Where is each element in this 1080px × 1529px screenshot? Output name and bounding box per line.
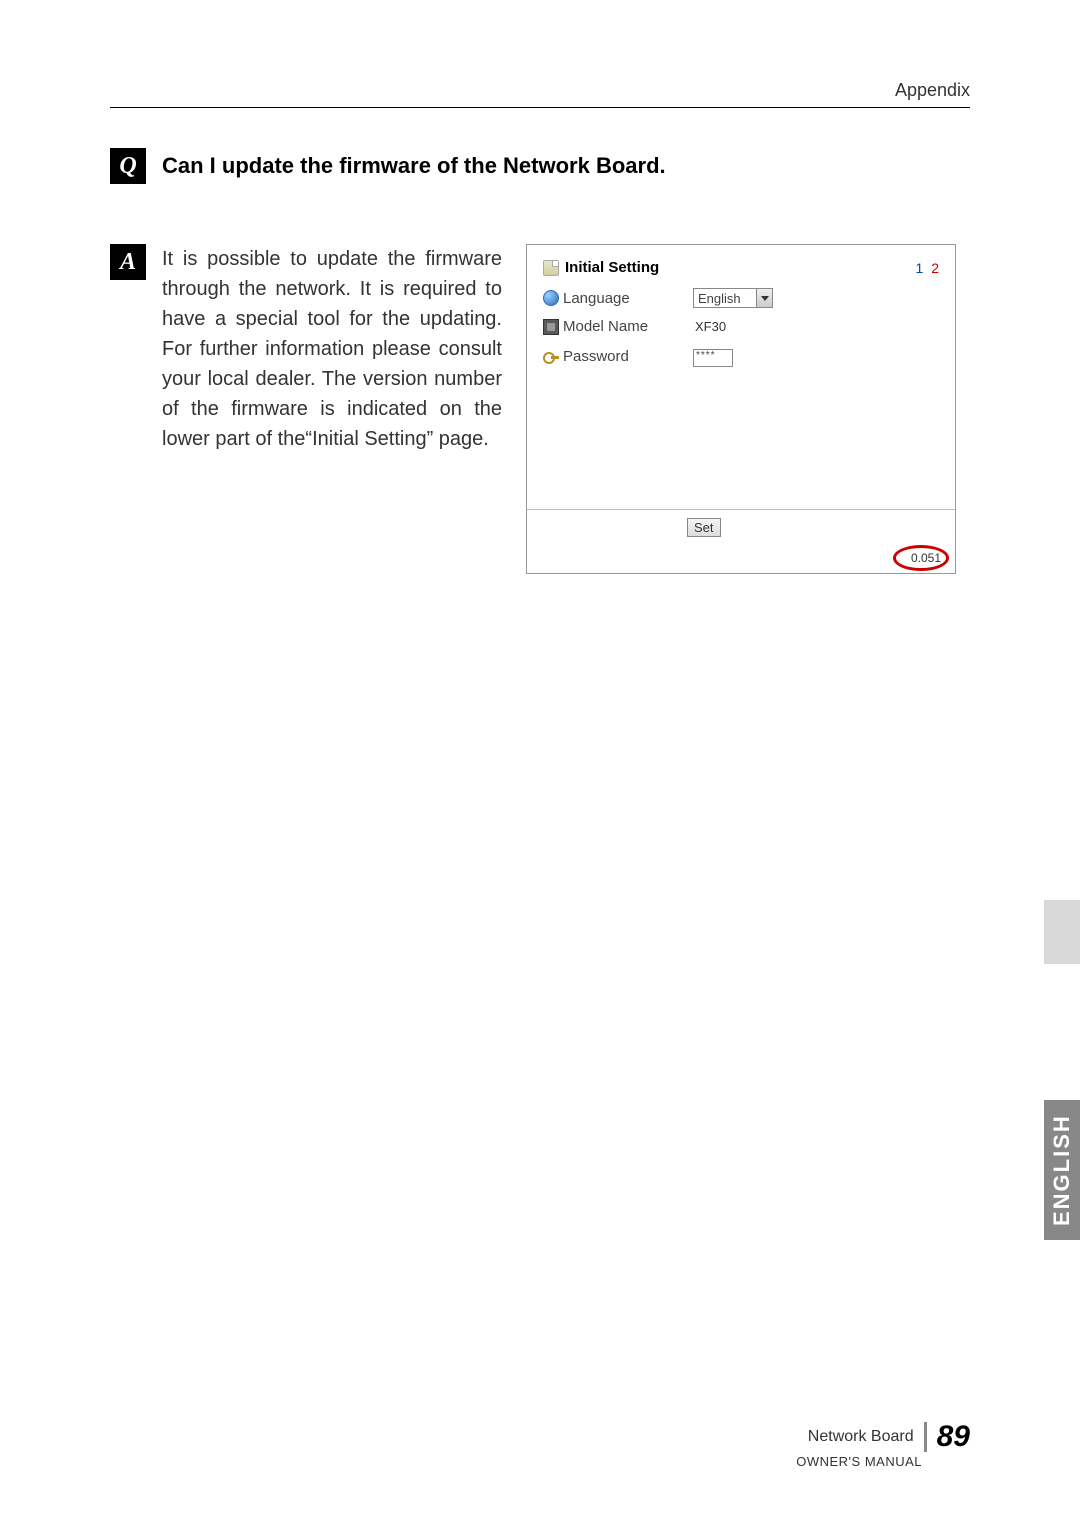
chevron-down-icon[interactable] [756, 289, 772, 307]
page-links: 1 2 [916, 260, 939, 276]
page-number: 89 [937, 1420, 970, 1454]
globe-icon [543, 290, 559, 306]
language-select[interactable]: English [693, 288, 773, 308]
footer-manual: OWNER'S MANUAL [796, 1454, 922, 1469]
page-link-2[interactable]: 2 [931, 260, 939, 276]
a-marker: A [110, 244, 146, 280]
key-icon [543, 348, 559, 364]
side-tab-grey [1044, 900, 1080, 964]
page-link-1[interactable]: 1 [916, 260, 924, 276]
language-value: English [698, 291, 741, 306]
language-tab: ENGLISH [1044, 1100, 1080, 1240]
q-marker: Q [110, 148, 146, 184]
question-row: Q Can I update the firmware of the Netwo… [110, 148, 970, 184]
password-input[interactable]: **** [693, 349, 733, 367]
panel-title: Initial Setting [565, 259, 659, 276]
model-value: XF30 [693, 319, 939, 334]
page-footer: Network Board 89 OWNER'S MANUAL [796, 1420, 970, 1469]
initial-setting-panel: Initial Setting 1 2 Language English [526, 244, 956, 574]
model-label: Model Name [563, 318, 648, 335]
section-header: Appendix [110, 80, 970, 108]
set-button[interactable]: Set [687, 518, 721, 537]
language-label: Language [563, 290, 630, 307]
language-row: Language English [543, 288, 939, 308]
answer-text: It is possible to update the firmware th… [162, 244, 502, 454]
password-label: Password [563, 348, 629, 365]
answer-row: A It is possible to update the firmware … [110, 244, 970, 574]
chip-icon [543, 319, 559, 335]
model-row: Model Name XF30 [543, 318, 939, 335]
firmware-version: 0.051 [911, 551, 941, 565]
panel-footer: Set 0.051 [527, 509, 955, 573]
question-text: Can I update the firmware of the Network… [162, 153, 666, 179]
document-icon [543, 260, 559, 276]
footer-divider [924, 1422, 927, 1452]
footer-product: Network Board [808, 1428, 914, 1446]
password-row: Password **** [543, 345, 939, 367]
